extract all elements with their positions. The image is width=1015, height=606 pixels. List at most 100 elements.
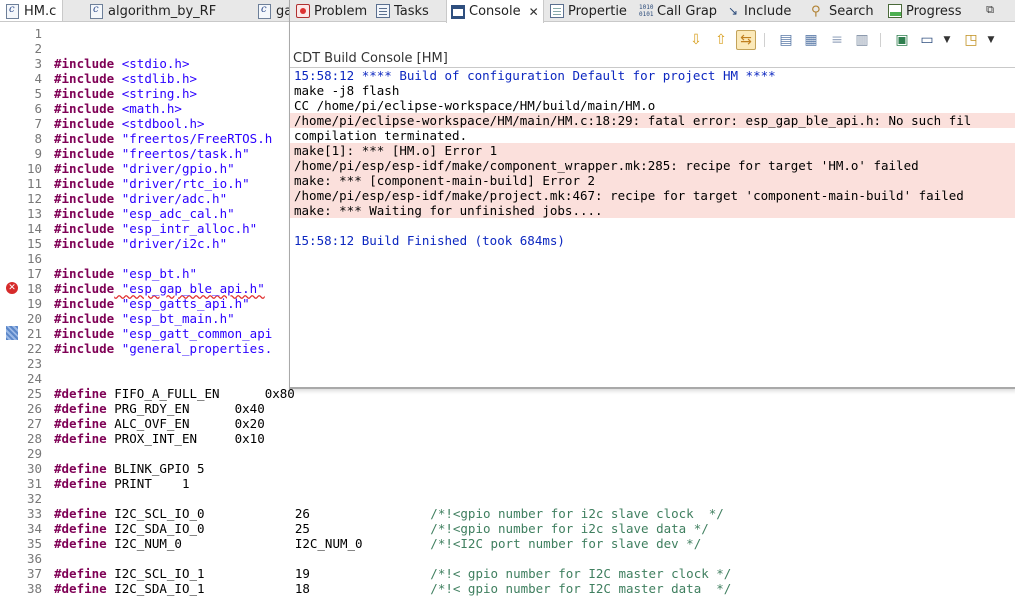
line-number: 26 [26, 401, 42, 416]
line-number: 5 [34, 86, 42, 101]
tab-include-browser[interactable]: ↘ Include [724, 0, 795, 22]
code-line: 26 #define PRG_RDY_EN 0x40 [0, 401, 1015, 416]
c-file-icon [6, 3, 19, 19]
change-marker-icon[interactable] [6, 326, 18, 340]
tab-label: Propertie [568, 3, 627, 19]
console-line: compilation terminated. [294, 128, 468, 143]
new-console-icon[interactable]: ◳ [961, 30, 981, 50]
code-line: 30 #define BLINK_GPIO 5 [0, 461, 1015, 476]
editor-tab-gat[interactable]: gat [252, 0, 292, 21]
next-annotation-icon[interactable]: ⇩ [686, 30, 706, 50]
code-line: 38 #define I2C_SDA_IO_1 18 /*!< gpio numb… [0, 581, 1015, 596]
tab-search[interactable]: ⚲ Search [807, 0, 878, 22]
error-marker-icon[interactable]: ✕ [6, 282, 18, 294]
line-number: 32 [26, 491, 42, 506]
macro-body: I2C_NUM_0 I2C_NUM_0 [106, 536, 431, 551]
code-line: 31 #define PRINT 1 [0, 476, 1015, 491]
c-file-icon [90, 3, 103, 19]
chevron-down-icon[interactable]: ▼ [981, 30, 1001, 50]
preprocessor-keyword: #define [54, 581, 107, 596]
code-line: 33 #define I2C_SCL_IO_0 26 /*!<gpio numbe… [0, 506, 1015, 521]
display-selected-console-icon[interactable]: ▭ [917, 30, 937, 50]
close-icon[interactable]: ✕ [529, 5, 539, 19]
line-source: #include "driver/gpio.h" [54, 161, 235, 176]
preprocessor-keyword: #include [54, 296, 115, 311]
console-error-line: /home/pi/esp/esp-idf/make/project.mk:467… [290, 188, 1015, 203]
view-tab-bar: Problem Tasks Console ✕ Propertie 1010 01… [290, 0, 1015, 23]
tab-call-graph[interactable]: 1010 0101 Call Grap [635, 0, 721, 22]
console-output[interactable]: 15:58:12 **** Build of configuration Def… [290, 67, 1015, 387]
preprocessor-keyword: #define [54, 536, 107, 551]
progress-icon [888, 4, 902, 18]
chevron-down-icon[interactable]: ▼ [937, 30, 957, 50]
editor-tab-hm-c[interactable]: HM.c [0, 0, 64, 21]
line-source: #include "esp_intr_alloc.h" [54, 221, 257, 236]
preprocessor-keyword: #include [54, 146, 115, 161]
line-source: #include <string.h> [54, 86, 197, 101]
tab-label: Progress [906, 3, 962, 19]
tab-label: Tasks [394, 3, 429, 19]
line-source: #include "driver/rtc_io.h" [54, 176, 250, 191]
copy-build-log-icon[interactable]: ▤ [776, 30, 796, 50]
console-error-line: make: *** Waiting for unfinished jobs...… [290, 203, 1015, 218]
line-source: #include <stdlib.h> [54, 71, 197, 86]
preprocessor-keyword: #define [54, 476, 107, 491]
c-file-icon [258, 3, 271, 19]
scroll-lock-icon[interactable]: ≡ [827, 30, 847, 50]
include-path: "esp_bt.h" [114, 266, 198, 281]
macro-body: I2C_SDA_IO_0 25 [106, 521, 431, 536]
include-path: <stdlib.h> [114, 71, 198, 86]
preprocessor-keyword: #include [54, 116, 115, 131]
include-path: "esp_intr_alloc.h" [114, 221, 258, 236]
tab-progress[interactable]: Progress [884, 0, 965, 22]
line-number: 37 [26, 566, 42, 581]
code-line: 37 #define I2C_SCL_IO_1 19 /*!< gpio numb… [0, 566, 1015, 581]
line-number: 7 [34, 116, 42, 131]
code-comment: /*!< gpio number for I2C master data */ [430, 581, 732, 596]
code-comment: /*!<I2C port number for slave dev */ [430, 536, 702, 551]
include-path: "driver/i2c.h" [114, 236, 228, 251]
open-console-icon[interactable]: ▦ [801, 30, 821, 50]
macro-body: FIFO_A_FULL_EN 0x80 [106, 386, 295, 401]
line-number: 31 [26, 476, 42, 491]
line-number: 29 [26, 446, 42, 461]
line-number: 24 [26, 371, 42, 386]
preprocessor-keyword: #include [54, 71, 115, 86]
line-number: 12 [26, 191, 42, 206]
editor-tab-label: HM.c [24, 3, 57, 19]
include-path: "freertos/task.h" [114, 146, 250, 161]
line-number: 18 [26, 281, 42, 296]
link-with-editor-icon[interactable]: ⇆ [736, 30, 756, 50]
line-number: 38 [26, 581, 42, 596]
preprocessor-keyword: #define [54, 566, 107, 581]
tab-label: Search [829, 3, 874, 19]
console-line: 15:58:12 Build Finished (took 684ms) [294, 233, 565, 248]
call-graph-icon: 1010 0101 [639, 4, 654, 18]
line-number: 16 [26, 251, 42, 266]
line-source: #define PRG_RDY_EN 0x40 [54, 401, 265, 416]
tab-label: Call Grap [657, 3, 718, 19]
line-number: 11 [26, 176, 42, 191]
console-error-line: /home/pi/eclipse-workspace/HM/main/HM.c:… [290, 113, 1015, 128]
line-number: 36 [26, 551, 42, 566]
tab-properties[interactable]: Propertie [546, 0, 631, 22]
pin-console-icon[interactable]: ▣ [892, 30, 912, 50]
line-number: 1 [34, 26, 42, 41]
previous-annotation-icon[interactable]: ⇧ [711, 30, 731, 50]
line-number: 22 [26, 341, 42, 356]
preprocessor-keyword: #include [54, 341, 115, 356]
console-icon [451, 4, 465, 19]
preprocessor-keyword: #define [54, 416, 107, 431]
clear-console-icon[interactable]: ▥ [852, 30, 872, 50]
restore-icon[interactable]: ⧉ [983, 3, 997, 17]
include-path: <stdbool.h> [114, 116, 205, 131]
include-path: <string.h> [114, 86, 198, 101]
preprocessor-keyword: #include [54, 221, 115, 236]
code-line: 36 [0, 551, 1015, 566]
editor-tab-algorithm[interactable]: algorithm_by_RF [84, 0, 222, 21]
macro-body: PRINT 1 [106, 476, 190, 491]
tab-tasks[interactable]: Tasks [372, 0, 433, 22]
tab-console[interactable]: Console ✕ [446, 0, 544, 23]
line-source: #include "general_properties. [54, 341, 272, 356]
tab-problems[interactable]: Problem [292, 0, 371, 22]
